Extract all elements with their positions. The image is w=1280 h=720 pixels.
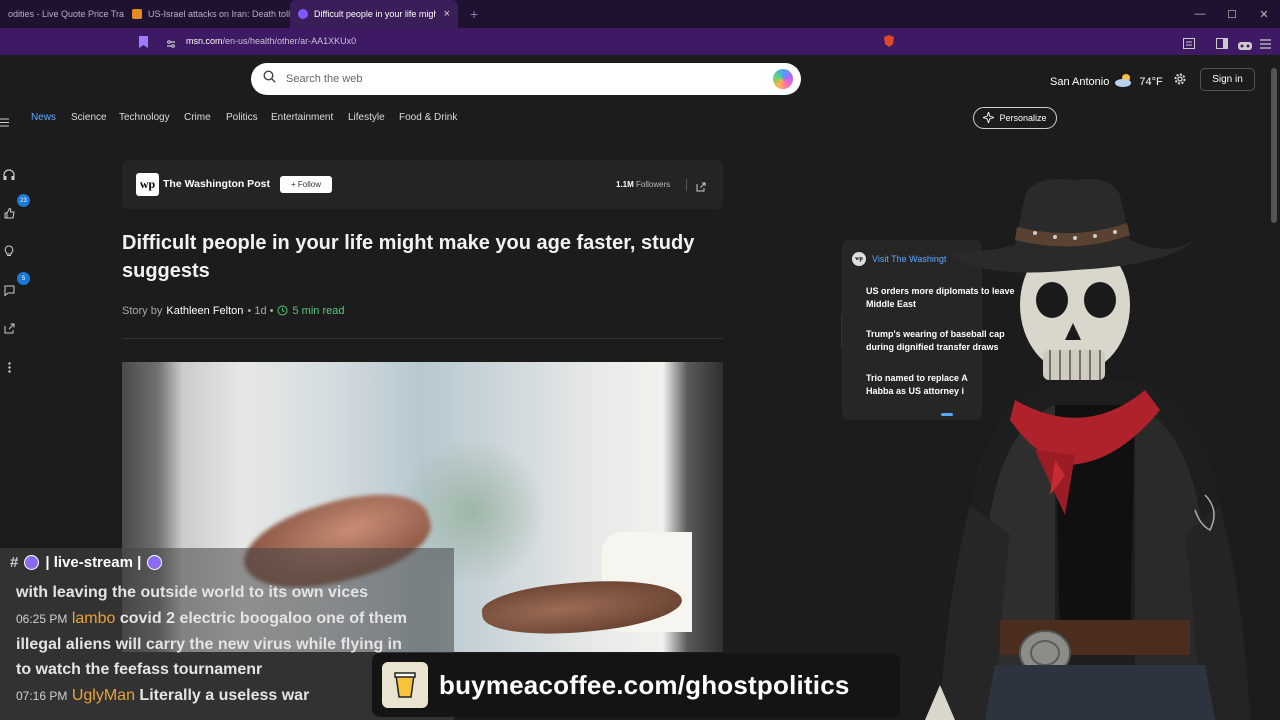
tab-bar: odities - Live Quote Price Trac US-Israe… [0, 0, 1280, 28]
sparkle-icon [981, 109, 997, 125]
close-tab-icon[interactable]: × [444, 8, 450, 20]
tab-title: odities - Live Quote Price Trac [8, 9, 124, 19]
chat-channel-header: # | live-stream | [10, 554, 163, 571]
story-by-label: Story by [122, 305, 163, 317]
ideas-button[interactable] [0, 242, 18, 260]
url-text[interactable]: msn.com/en-us/health/other/ar-AA1XKUx0 [186, 36, 356, 46]
page-scrollbar[interactable] [1270, 58, 1278, 720]
tab-title: Difficult people in your life migh [314, 9, 436, 19]
nav-politics[interactable]: Politics [226, 112, 258, 123]
site-info-icon[interactable] [166, 36, 176, 54]
thumbs-up-icon [4, 207, 15, 218]
temperature-label: 74°F [1139, 75, 1163, 88]
tab-commodities[interactable]: odities - Live Quote Price Trac [0, 0, 124, 28]
chat-username: UglyMan [71, 687, 135, 704]
follow-button[interactable]: + Follow [280, 176, 332, 193]
chat-message: illegal aliens will carry the new virus … [16, 636, 402, 653]
cowboy-skeleton-overlay [925, 179, 1250, 720]
read-time: 5 min read [292, 305, 345, 317]
channel-dot-icon [147, 555, 163, 570]
copilot-icon[interactable] [773, 69, 793, 89]
vpn-icon[interactable] [1238, 37, 1252, 55]
coffee-cup-icon [382, 662, 428, 708]
publisher-name[interactable]: The Washington Post [163, 178, 270, 190]
like-count-badge: 23 [17, 194, 30, 207]
close-window-icon[interactable]: ✕ [1248, 8, 1280, 21]
bookmark-icon[interactable] [139, 35, 148, 53]
nav-news[interactable]: News [31, 112, 56, 123]
comments-button[interactable] [0, 281, 18, 299]
scrollbar-thumb[interactable] [1271, 68, 1277, 223]
comment-count-badge: 5 [17, 272, 30, 285]
sign-in-button[interactable]: Sign in [1200, 68, 1255, 91]
personalize-label: Personalize [999, 113, 1047, 123]
washington-post-logo[interactable]: wp [136, 173, 159, 196]
cloudy-sun-icon [1114, 73, 1134, 90]
chat-message: to watch the feefass tournamenr [16, 661, 263, 678]
followers-count: 1.1M Followers [616, 180, 671, 189]
news-favicon-icon [132, 9, 142, 19]
chat-username: lambo [71, 610, 116, 627]
buymeacoffee-banner: buymeacoffee.com/ghostpolitics [372, 653, 900, 717]
publisher-card: wp The Washington Post + Follow 1.1M Fol… [122, 160, 723, 209]
sidebar-toggle-icon[interactable] [1216, 36, 1228, 54]
share-icon [4, 323, 14, 333]
chat-message: with leaving the outside world to its ow… [16, 584, 369, 601]
byline: Story by Kathleen Felton • 1d • 5 min re… [122, 305, 344, 319]
divider [686, 179, 687, 191]
nav-food-drink[interactable]: Food & Drink [399, 112, 457, 123]
tab-msn-article[interactable]: Difficult people in your life migh × [290, 0, 458, 28]
hash-icon: # [10, 554, 19, 571]
promo-url: buymeacoffee.com/ghostpolitics [439, 669, 850, 700]
brave-shield-icon[interactable] [882, 34, 896, 53]
clock-icon [277, 305, 288, 319]
tab-iran-attacks[interactable]: US-Israel attacks on Iran: Death toll a [124, 0, 290, 28]
author-link[interactable]: Kathleen Felton [166, 305, 243, 319]
hamburger-icon[interactable] [0, 114, 9, 132]
like-button[interactable] [0, 204, 18, 222]
nav-lifestyle[interactable]: Lifestyle [348, 112, 385, 123]
settings-gear-icon[interactable] [1173, 72, 1187, 91]
tab-title: US-Israel attacks on Iran: Death toll a [148, 9, 290, 19]
listen-button[interactable] [0, 165, 18, 183]
nav-science[interactable]: Science [71, 112, 107, 123]
msn-favicon-icon [298, 9, 308, 19]
channel-dot-icon [24, 555, 40, 570]
window-controls: — ☐ ✕ [1184, 0, 1280, 28]
reader-icon[interactable] [1183, 36, 1195, 54]
more-vertical-icon [7, 361, 11, 373]
chat-message: 07:16 PM UglyMan Literally a useless war [16, 687, 310, 704]
nav-entertainment[interactable]: Entertainment [271, 112, 333, 123]
lightbulb-icon [4, 245, 14, 256]
external-link-icon[interactable] [696, 179, 706, 197]
headphones-icon [3, 168, 15, 180]
personalize-button[interactable]: Personalize [973, 107, 1057, 129]
search-input[interactable]: Search the web [286, 73, 362, 85]
comment-icon [4, 285, 14, 296]
maximize-icon[interactable]: ☐ [1216, 8, 1248, 21]
search-box[interactable]: Search the web [251, 63, 801, 95]
address-bar: msn.com/en-us/health/other/ar-AA1XKUx0 [0, 28, 1280, 55]
wp-logo-icon: wp [852, 252, 866, 266]
byline-divider [122, 338, 723, 339]
article-age: • 1d • [247, 305, 274, 317]
minimize-icon[interactable]: — [1184, 8, 1216, 20]
weather-widget[interactable]: San Antonio 74°F [1050, 73, 1163, 90]
more-options-button[interactable] [0, 358, 18, 376]
article-headline: Difficult people in your life might make… [122, 232, 695, 282]
share-button[interactable] [0, 319, 18, 337]
search-icon [263, 70, 276, 88]
channel-name: | live-stream | [45, 554, 142, 571]
nav-crime[interactable]: Crime [184, 112, 211, 123]
location-label: San Antonio [1050, 75, 1110, 88]
nav-technology[interactable]: Technology [119, 112, 170, 123]
chat-message: 06:25 PM lambo covid 2 electric boogaloo… [16, 610, 408, 627]
menu-icon[interactable] [1260, 36, 1271, 54]
new-tab-button[interactable]: + [470, 6, 478, 22]
